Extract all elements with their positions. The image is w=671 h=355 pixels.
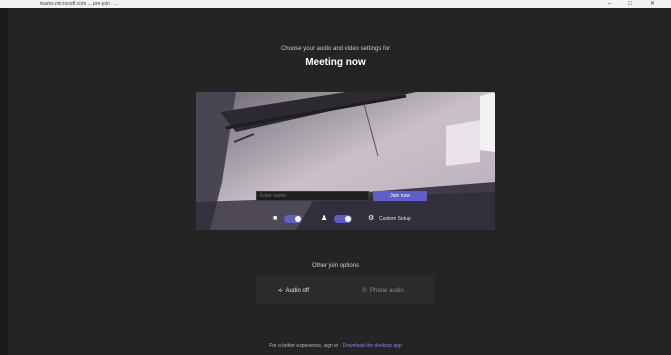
browser-toolbar: teams.microsoft.com ... pre-join · ... –… xyxy=(0,0,671,8)
microphone-icon: ♟ xyxy=(321,215,328,222)
audio-off-option[interactable]: ⟢ Audio off xyxy=(278,287,309,295)
phone-audio-label: Phone audio xyxy=(370,288,404,294)
join-now-button[interactable]: Join now xyxy=(373,191,427,201)
download-desktop-app-link[interactable]: Download the desktop app xyxy=(343,343,402,349)
minimize-icon[interactable]: – xyxy=(608,0,611,8)
audio-off-label: Audio off xyxy=(285,288,310,294)
footer-text: For a better experience, sign in xyxy=(269,343,339,349)
phone-audio-option[interactable]: ✆ Phone audio xyxy=(362,287,404,295)
meeting-title: Meeting now xyxy=(305,57,366,68)
close-icon[interactable]: ✕ xyxy=(650,0,655,8)
device-settings-link[interactable]: Custom Setup xyxy=(379,215,411,223)
prejoin-screen: Choose your audio and video settings for… xyxy=(0,8,671,355)
toggle-knob xyxy=(345,216,351,222)
camera-feed-image xyxy=(196,92,495,230)
camera-icon: ■ xyxy=(273,215,278,222)
prejoin-subtitle: Choose your audio and video settings for xyxy=(280,46,391,52)
name-input[interactable] xyxy=(256,191,369,201)
video-preview: Join now ■ ♟ ⚙ Custom Setup xyxy=(196,92,495,230)
maximize-icon[interactable]: □ xyxy=(628,0,632,8)
footer-note: For a better experience, sign in · Downl… xyxy=(269,343,402,349)
camera-toggle[interactable] xyxy=(284,215,302,223)
other-join-options-label: Other join options xyxy=(311,263,360,269)
gear-icon[interactable]: ⚙ xyxy=(368,215,374,222)
speaker-off-icon: ⟢ xyxy=(278,288,283,294)
toggle-knob xyxy=(295,216,301,222)
phone-icon: ✆ xyxy=(362,288,368,294)
address-bar[interactable]: teams.microsoft.com ... pre-join · ... xyxy=(40,0,118,8)
device-controls: ■ ♟ ⚙ Custom Setup xyxy=(196,214,495,224)
other-join-options: ⟢ Audio off ✆ Phone audio xyxy=(256,276,434,304)
microphone-toggle[interactable] xyxy=(334,215,352,223)
